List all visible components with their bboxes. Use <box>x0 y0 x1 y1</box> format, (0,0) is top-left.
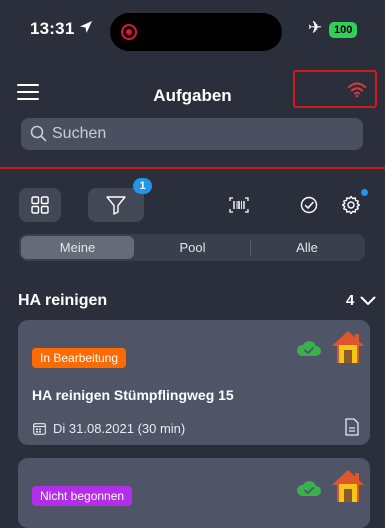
filter-count-badge: 1 <box>133 178 152 194</box>
battery-indicator: 100 <box>329 22 358 38</box>
cloud-synced-icon <box>296 341 321 356</box>
chevron-down-icon[interactable] <box>360 295 376 307</box>
grid-view-button[interactable] <box>19 188 61 222</box>
search-icon <box>30 125 47 142</box>
house-icon <box>332 470 364 502</box>
tab-meine[interactable]: Meine <box>21 236 134 259</box>
tab-pool[interactable]: Pool <box>136 236 249 259</box>
app-screen: 13:31 ✈ 100 Aufgaben Suchen 1 Meine Pool… <box>0 0 385 528</box>
search-input[interactable]: Suchen <box>52 125 106 143</box>
wifi-icon <box>348 82 366 98</box>
task-scope-tabs: Meine Pool Alle <box>19 234 365 261</box>
task-date: Di 31.08.2021 (30 min) <box>53 421 186 436</box>
barcode-scan-icon[interactable] <box>229 197 249 213</box>
nav-header: Aufgaben <box>0 66 385 116</box>
settings-notification-dot <box>361 189 368 196</box>
status-badge: Nicht begonnen <box>32 486 133 506</box>
check-circle-icon[interactable] <box>300 196 318 214</box>
dynamic-island <box>110 13 282 51</box>
document-icon[interactable] <box>344 418 360 436</box>
task-card[interactable]: In Bearbeitung HA reinigen Stümpflingweg… <box>18 320 370 445</box>
task-title: HA reinigen Stümpflingweg 15 <box>32 387 234 403</box>
airplane-icon: ✈ <box>308 18 323 37</box>
filter-button[interactable] <box>88 188 144 222</box>
recording-indicator-icon <box>121 24 137 40</box>
grid-view-icon <box>31 196 49 214</box>
location-arrow-icon <box>80 21 92 33</box>
sync-warning-divider <box>0 167 385 169</box>
status-badge: In Bearbeitung <box>32 348 127 368</box>
status-time: 13:31 <box>30 19 75 38</box>
settings-gear-icon[interactable] <box>340 194 362 216</box>
status-bar: 13:31 ✈ 100 <box>0 0 385 54</box>
filter-icon <box>106 196 126 215</box>
house-icon <box>332 331 364 363</box>
calendar-icon <box>33 423 46 435</box>
search-field[interactable]: Suchen <box>21 118 363 150</box>
section-count: 4 <box>346 292 355 309</box>
task-card[interactable]: Nicht begonnen <box>18 458 370 528</box>
section-title: HA reinigen <box>18 292 108 309</box>
cloud-synced-icon <box>296 481 321 496</box>
wifi-status-highlight[interactable] <box>293 70 377 108</box>
tab-alle[interactable]: Alle <box>251 236 363 259</box>
